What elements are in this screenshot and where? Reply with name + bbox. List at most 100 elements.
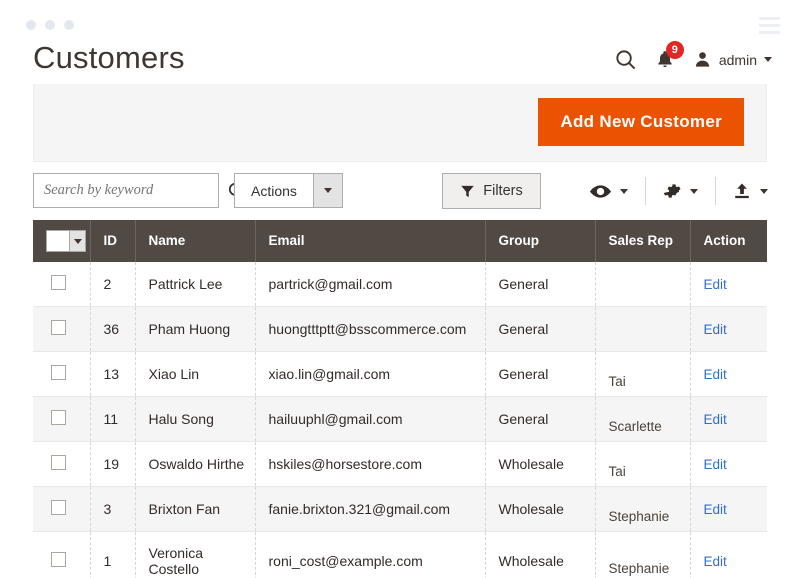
column-header-sales-rep[interactable]: Sales Rep [595,220,691,262]
edit-link[interactable]: Edit [704,277,727,292]
export-upload-icon [735,183,749,199]
user-name-label: admin [718,51,757,68]
sales-rep-value: Stephanie [608,561,670,576]
select-all-checkbox-dropdown[interactable] [46,230,86,252]
row-checkbox[interactable] [51,500,66,515]
column-header-action: Action [690,220,767,262]
cell-group: General [485,351,596,397]
table-body: 2 Pattrick Lee partrick@gmail.com General Ed… [33,262,767,578]
column-header-name[interactable]: Name [135,220,256,262]
cell-sales-rep: Tai [595,351,691,397]
chevron-down-icon [73,238,82,244]
row-select-cell [33,531,91,578]
cell-action: Edit [690,307,767,352]
sales-rep-value: Stephanie [608,509,670,524]
chevron-down-icon [764,57,772,62]
user-avatar-icon [695,52,710,67]
column-header-id[interactable]: ID [90,220,136,262]
add-new-customer-button[interactable]: Add New Customer [538,98,744,146]
cell-action: Edit [690,442,767,487]
row-checkbox[interactable] [51,275,66,290]
cell-name: Veronica Costello [135,531,256,578]
table-row[interactable]: 1 Veronica Costello roni_cost@example.com W… [33,531,767,578]
export-control[interactable] [716,177,785,205]
edit-link[interactable]: Edit [704,457,727,472]
cell-email: hailuuphl@gmail.com [255,396,486,442]
cell-group: Wholesale [485,441,596,487]
cell-action: Edit [690,262,767,307]
cell-action: Edit [690,487,767,532]
select-all-dropdown-toggle[interactable] [69,231,85,251]
grid-scroll-area[interactable]: ID Name Email Group Sales Rep Action 2 Pa… [33,220,767,578]
cell-group: General [485,262,596,307]
row-select-cell [33,351,91,397]
cell-email: fanie.brixton.321@gmail.com [255,486,486,532]
column-header-group[interactable]: Group [485,220,596,262]
window-dot-icon [26,20,36,30]
cell-sales-rep [595,306,691,352]
table-row[interactable]: 36 Pham Huong huongtttptt@bsscommerce.com G… [33,306,767,352]
table-row[interactable]: 11 Halu Song hailuuphl@gmail.com General Sca… [33,396,767,442]
notification-count-badge: 9 [665,41,684,59]
table-row[interactable]: 19 Oswaldo Hirthe hskiles@horsestore.com Wh… [33,441,767,487]
row-select-cell [33,396,91,442]
grid-tool-group [573,173,785,209]
cell-name: Oswaldo Hirthe [135,441,256,487]
cell-group: General [485,396,596,442]
table-row[interactable]: 13 Xiao Lin xiao.lin@gmail.com General Tai Ed… [33,351,767,397]
grid-settings-control[interactable] [646,177,715,205]
cell-email: xiao.lin@gmail.com [255,351,486,397]
user-menu[interactable]: admin [693,50,772,69]
table-row[interactable]: 3 Brixton Fan fanie.brixton.321@gmail.com W… [33,486,767,532]
cell-id: 2 [90,262,136,307]
customers-table: ID Name Email Group Sales Rep Action 2 Pa… [33,220,767,578]
edit-link[interactable]: Edit [704,367,727,382]
cell-name: Pham Huong [135,306,256,352]
row-select-cell [33,306,91,352]
search-input[interactable] [44,182,223,199]
actions-dropdown-toggle[interactable] [312,174,342,207]
grid-toolbar: Actions Filters [33,170,768,218]
cell-id: 11 [90,396,136,442]
page-header: Customers 9 admin [0,32,800,84]
edit-link[interactable]: Edit [704,412,727,427]
table-row[interactable]: 2 Pattrick Lee partrick@gmail.com General Ed… [33,262,767,307]
cell-id: 3 [90,486,136,532]
customers-page: Customers 9 admin Add New Customer Searc… [0,0,800,578]
column-header-email[interactable]: Email [255,220,486,262]
cell-id: 19 [90,441,136,487]
row-checkbox[interactable] [51,552,66,567]
cell-id: 1 [90,531,136,578]
actions-split-button[interactable]: Actions [234,173,343,208]
search-icon[interactable] [614,48,637,71]
row-checkbox[interactable] [51,455,66,470]
filters-button[interactable]: Filters [442,173,541,209]
notifications-bell[interactable]: 9 [655,41,684,70]
row-select-cell [33,262,91,307]
edit-link[interactable]: Edit [704,322,727,337]
cell-sales-rep: Tai [595,441,691,487]
chevron-down-icon [323,188,332,193]
edit-link[interactable]: Edit [704,502,727,517]
cell-id: 13 [90,351,136,397]
edit-link[interactable]: Edit [704,554,727,569]
row-checkbox[interactable] [51,410,66,425]
cell-action: Edit [690,532,767,578]
cell-group: Wholesale [485,531,596,578]
cell-action: Edit [690,397,767,442]
row-checkbox[interactable] [51,320,66,335]
header-actions: 9 admin [614,41,772,71]
search-box[interactable] [33,173,245,208]
select-all-header [33,220,91,262]
actions-button-label[interactable]: Actions [235,174,313,207]
cell-email: roni_cost@example.com [255,531,486,578]
select-all-checkbox[interactable] [47,231,69,251]
window-dot-icon [64,20,74,30]
chevron-down-icon [690,188,698,194]
view-columns-control[interactable] [573,177,645,205]
cell-email: partrick@gmail.com [255,262,486,307]
cell-action: Edit [690,352,767,397]
table-header: ID Name Email Group Sales Rep Action [33,220,767,262]
cell-sales-rep: Stephanie [595,531,691,578]
row-checkbox[interactable] [51,365,66,380]
